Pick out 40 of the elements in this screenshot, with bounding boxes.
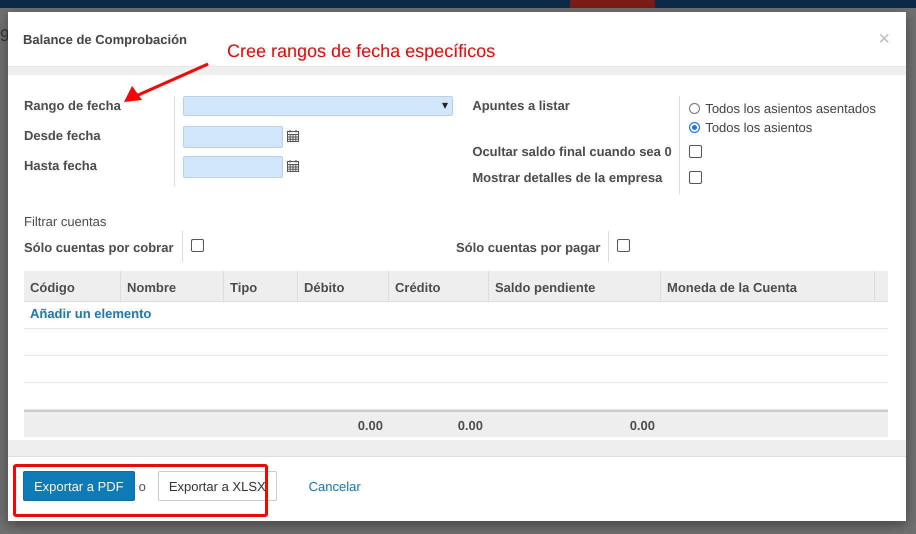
dialog-title: Balance de Comprobación: [23, 32, 187, 46]
column-header[interactable]: Débito: [298, 271, 389, 301]
export-button[interactable]: Exportar a XLSX: [158, 471, 277, 501]
cancel-link[interactable]: Cancelar: [308, 478, 361, 494]
checkbox[interactable]: [689, 171, 702, 184]
add-item-link[interactable]: Añadir un elemento: [24, 302, 158, 321]
column-header[interactable]: Nombre: [121, 271, 224, 301]
date-field[interactable]: [183, 156, 283, 178]
radio-label: Todos los asientos asentados: [705, 101, 876, 116]
total-value: 0.00: [358, 418, 383, 433]
export-button[interactable]: Exportar a PDF: [23, 471, 135, 501]
annotation-text: Cree rangos de fecha específicos: [227, 41, 496, 62]
calendar-icon[interactable]: [287, 160, 299, 172]
field-label: Apuntes a listar: [472, 97, 571, 115]
field-label: Rango de fecha: [24, 97, 122, 115]
field-label: Hasta fecha: [24, 157, 98, 175]
date-field[interactable]: [183, 126, 283, 148]
column-header[interactable]: Tipo: [224, 271, 298, 301]
column-header[interactable]: Moneda de la Cuenta: [661, 271, 875, 301]
field-label: Sólo cuentas por cobrar: [24, 239, 174, 257]
checkbox[interactable]: [190, 239, 204, 252]
column-header[interactable]: Saldo pendiente: [489, 271, 661, 301]
field-label: Ocultar saldo final cuando sea 0: [472, 143, 673, 161]
total-value: 0.00: [458, 418, 483, 433]
column-header[interactable]: Código: [24, 271, 121, 301]
radio-button[interactable]: [689, 103, 700, 114]
field-label: Sólo cuentas por pagar: [456, 239, 600, 257]
radio-button[interactable]: [689, 122, 700, 133]
total-value: 0.00: [630, 418, 655, 433]
caret-icon: ▾: [442, 98, 448, 112]
select-field[interactable]: ▾: [183, 96, 453, 116]
section-title: Filtrar cuentas: [24, 214, 108, 229]
field-label: Desde fecha: [24, 127, 102, 145]
checkbox[interactable]: [689, 145, 702, 158]
separator-text: o: [138, 478, 146, 494]
checkbox[interactable]: [617, 239, 630, 252]
column-header[interactable]: Crédito: [389, 271, 489, 301]
radio-label: Todos los asientos: [705, 120, 812, 135]
calendar-icon[interactable]: [287, 130, 299, 142]
field-label: Mostrar detalles de la empresa: [472, 169, 664, 187]
